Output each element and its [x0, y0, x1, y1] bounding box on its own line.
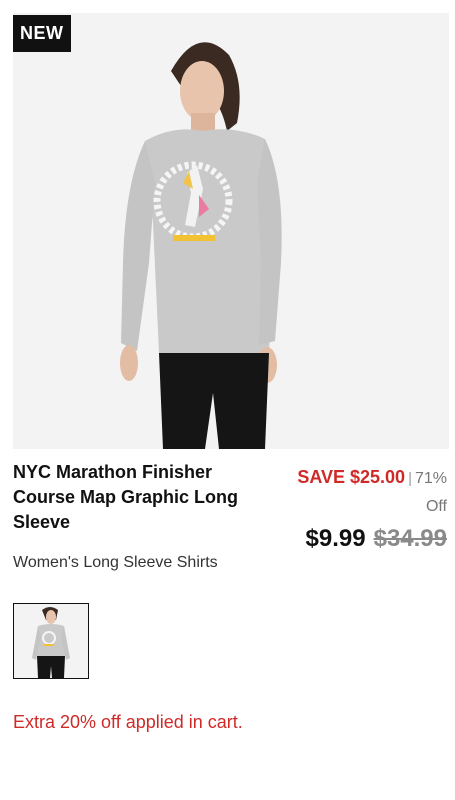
- cart-promo-text: Extra 20% off applied in cart.: [13, 712, 243, 732]
- product-photo-icon: [13, 13, 449, 449]
- separator: |: [408, 470, 412, 487]
- savings-line: SAVE $25.00 | 71%: [257, 466, 447, 490]
- current-price: $9.99: [305, 525, 366, 552]
- discount-percent: 71%: [414, 470, 447, 487]
- new-badge: NEW: [13, 15, 71, 52]
- original-price: $34.99: [373, 525, 447, 552]
- product-title[interactable]: NYC Marathon Finisher Course Map Graphic…: [13, 460, 263, 535]
- discount-off-label: Off: [425, 498, 447, 515]
- save-amount: SAVE $25.00: [297, 467, 406, 487]
- product-card[interactable]: NEW NYC Marathon Finisher Course Map Gra…: [0, 0, 455, 800]
- color-swatch-thumbnail[interactable]: [13, 603, 89, 679]
- product-image[interactable]: [13, 13, 449, 449]
- price-row: $9.99 $34.99: [306, 524, 447, 554]
- product-thumbnail-icon: [14, 604, 88, 678]
- product-category: Women's Long Sleeve Shirts: [13, 554, 218, 571]
